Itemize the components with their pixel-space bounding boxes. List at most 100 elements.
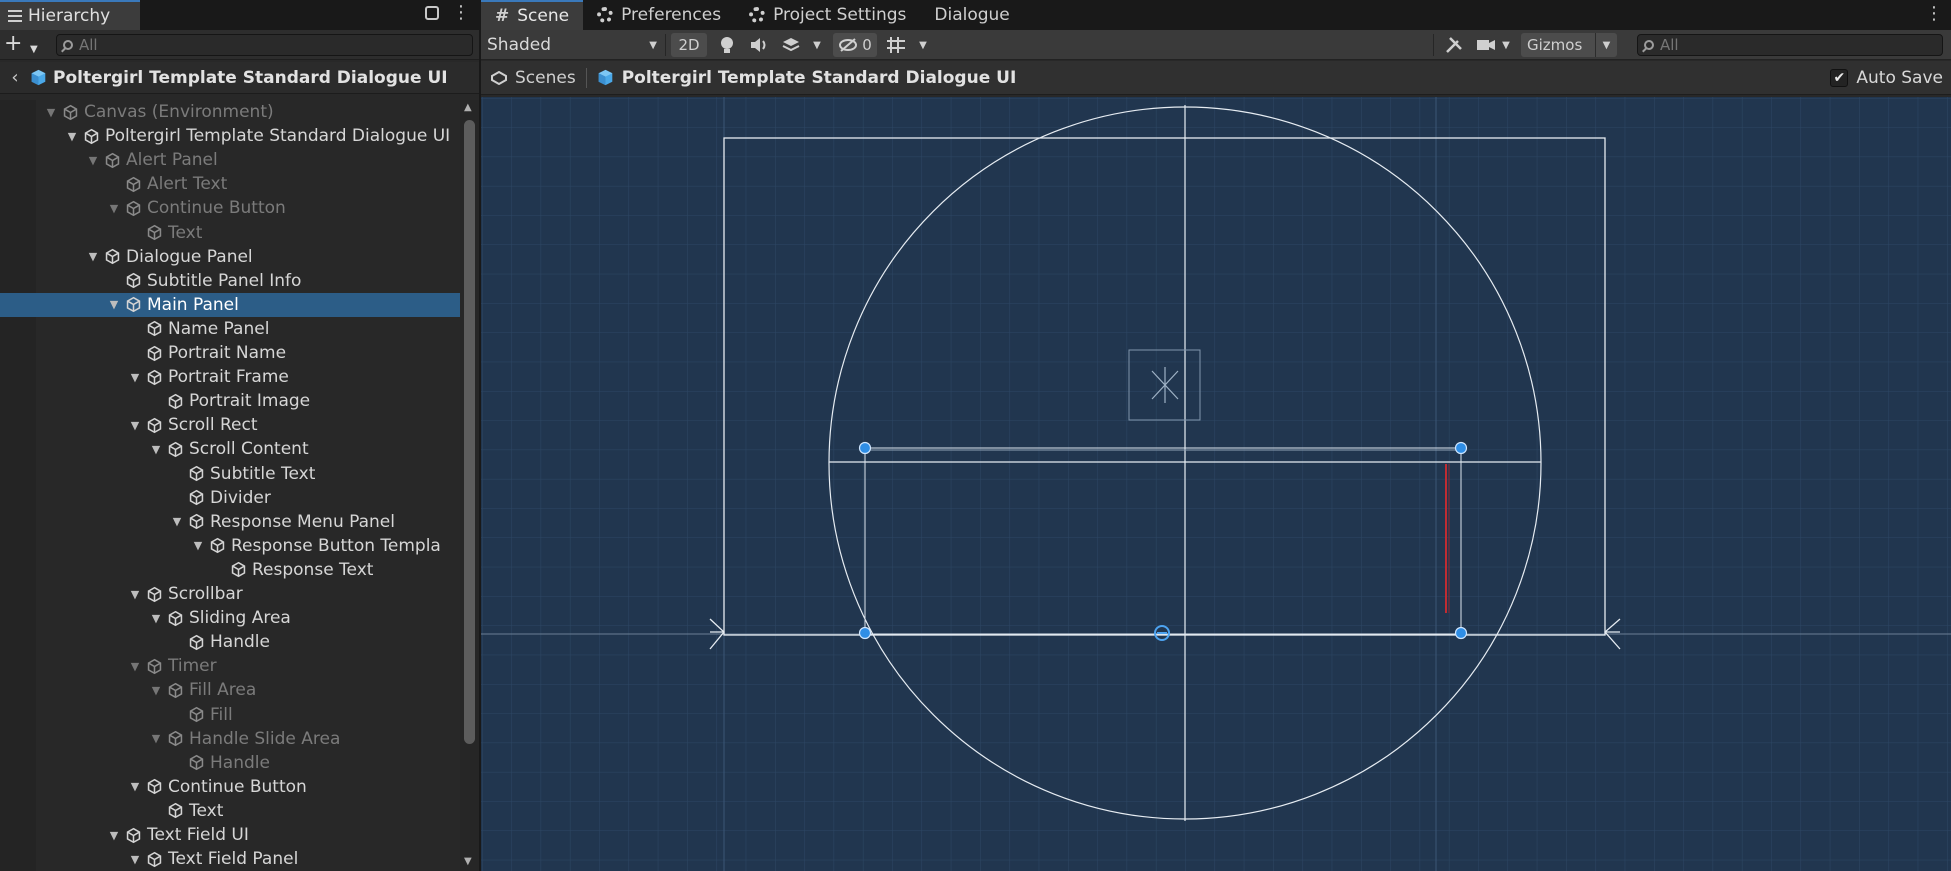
tab-project-settings[interactable]: Project Settings <box>735 0 920 30</box>
rect-handle-top-left[interactable] <box>858 441 872 455</box>
tab-preferences[interactable]: Preferences <box>583 0 735 30</box>
expand-arrow-icon[interactable]: ▼ <box>107 202 121 215</box>
rect-handle-bottom-left[interactable] <box>858 626 872 640</box>
rect-handle-top-right[interactable] <box>1454 441 1468 455</box>
expand-arrow-icon[interactable]: ▼ <box>149 443 163 456</box>
hierarchy-item[interactable]: ▼ Text Field UI <box>0 823 460 847</box>
expand-arrow-icon[interactable]: ▼ <box>149 612 163 625</box>
expand-arrow-icon[interactable]: ▼ <box>128 660 142 673</box>
expand-arrow-icon[interactable]: ▼ <box>65 130 79 143</box>
expand-arrow-icon[interactable]: ▼ <box>86 154 100 167</box>
hierarchy-item[interactable]: Fill <box>0 703 460 727</box>
expand-arrow-icon[interactable]: ▼ <box>107 298 121 311</box>
create-button[interactable]: + ▼ <box>4 33 42 57</box>
hierarchy-item[interactable]: Subtitle Panel Info <box>0 269 460 293</box>
hierarchy-item[interactable]: Response Text <box>0 558 460 582</box>
hierarchy-toolbar: + ▼ <box>0 30 479 60</box>
expand-arrow-icon[interactable]: ▼ <box>128 419 142 432</box>
hierarchy-item[interactable]: ▼ Response Button Templa <box>0 534 460 558</box>
hierarchy-item[interactable]: ▼ Poltergirl Template Standard Dialogue U… <box>0 124 460 148</box>
hierarchy-item[interactable]: Alert Text <box>0 172 460 196</box>
expand-arrow-icon[interactable]: ▼ <box>170 515 184 528</box>
hierarchy-scrollbar[interactable]: ▲ ▼ <box>460 100 479 871</box>
rect-handle-bottom-right[interactable] <box>1454 626 1468 640</box>
hierarchy-item[interactable]: Portrait Image <box>0 389 460 413</box>
speaker-icon <box>751 38 766 52</box>
hierarchy-item[interactable]: Handle <box>0 751 460 775</box>
hierarchy-item[interactable]: ▼ Sliding Area <box>0 606 460 630</box>
lighting-toggle[interactable] <box>713 33 741 57</box>
scene-canvas[interactable] <box>481 97 1951 871</box>
tab-scene[interactable]: # Scene <box>481 0 584 30</box>
expand-arrow-icon[interactable]: ▼ <box>128 588 142 601</box>
tab-dialogue[interactable]: Dialogue <box>920 0 1023 30</box>
hierarchy-item[interactable]: ▼ Main Panel <box>0 292 460 317</box>
hierarchy-item[interactable]: ▼ Portrait Frame <box>0 365 460 389</box>
scene-visibility-toggle[interactable]: 0 <box>833 33 877 57</box>
hierarchy-item-label: Scroll Content <box>189 439 309 460</box>
more-options-icon[interactable]: ⋮ <box>452 3 470 23</box>
expand-arrow-icon[interactable]: ▼ <box>149 684 163 697</box>
draw-mode-dropdown[interactable]: Shaded ▼ <box>487 33 657 57</box>
auto-save-toggle[interactable]: ✔ Auto Save <box>1830 68 1943 88</box>
hierarchy-item[interactable]: ▼ Timer <box>0 654 460 678</box>
hierarchy-item[interactable]: Text <box>0 221 460 245</box>
hierarchy-item-label: Subtitle Text <box>210 463 316 484</box>
scrollbar-thumb[interactable] <box>464 120 475 744</box>
effects-dropdown[interactable]: ▼ <box>807 33 827 57</box>
expand-arrow-icon[interactable]: ▼ <box>44 106 58 119</box>
hierarchy-item[interactable]: ▼ Continue Button <box>0 775 460 799</box>
hierarchy-item[interactable]: ▼ Alert Panel <box>0 148 460 172</box>
hierarchy-item[interactable]: ▼ Dialogue Panel <box>0 245 460 269</box>
hierarchy-item[interactable]: ▼ Handle Slide Area <box>0 727 460 751</box>
gameobject-cube-icon <box>126 297 141 313</box>
gameobject-cube-icon <box>147 851 162 867</box>
breadcrumb-scenes[interactable]: Scenes <box>481 68 586 88</box>
hierarchy-item[interactable]: ▼ Response Menu Panel <box>0 510 460 534</box>
scroll-down-icon[interactable]: ▼ <box>464 856 472 867</box>
auto-save-checkbox[interactable]: ✔ <box>1830 69 1849 87</box>
hierarchy-item[interactable]: ▼ Scrollbar <box>0 582 460 606</box>
expand-arrow-icon[interactable]: ▼ <box>191 539 205 552</box>
lock-icon[interactable] <box>425 6 439 20</box>
hierarchy-item[interactable]: Portrait Name <box>0 341 460 365</box>
hierarchy-item[interactable]: Handle <box>0 630 460 654</box>
gameobject-cube-icon <box>147 321 162 337</box>
breadcrumb-prefab[interactable]: Poltergirl Template Standard Dialogue UI <box>587 68 1027 88</box>
hierarchy-item[interactable]: ▼ Scroll Rect <box>0 413 460 437</box>
hierarchy-item[interactable]: Name Panel <box>0 317 460 341</box>
scene-search-input[interactable] <box>1660 36 1942 54</box>
hierarchy-item[interactable]: ▼ Text Field Panel <box>0 847 460 871</box>
hierarchy-item[interactable]: Divider <box>0 486 460 510</box>
hierarchy-item[interactable]: ▼ Canvas (Environment) <box>0 100 460 124</box>
hierarchy-item[interactable]: ▼ Continue Button <box>0 196 460 220</box>
hierarchy-search-input[interactable] <box>79 36 472 54</box>
back-arrow-icon[interactable]: ‹ <box>0 67 30 88</box>
expand-arrow-icon[interactable]: ▼ <box>128 853 142 866</box>
toggle-2d-button[interactable]: 2D <box>671 33 707 57</box>
hierarchy-item-label: Portrait Frame <box>168 367 289 388</box>
effects-toggle[interactable] <box>777 33 805 57</box>
grid-snap-toggle[interactable] <box>881 33 911 57</box>
expand-arrow-icon[interactable]: ▼ <box>128 780 142 793</box>
hierarchy-item[interactable]: Subtitle Text <box>0 462 460 486</box>
expand-arrow-icon[interactable]: ▼ <box>128 371 142 384</box>
gameobject-cube-icon <box>126 827 141 843</box>
expand-arrow-icon[interactable]: ▼ <box>149 732 163 745</box>
audio-toggle[interactable] <box>745 33 773 57</box>
grid-dropdown[interactable]: ▼ <box>913 33 933 57</box>
hierarchy-item[interactable]: Text <box>0 799 460 823</box>
expand-arrow-icon[interactable]: ▼ <box>86 250 100 263</box>
gameobject-cube-icon <box>147 779 162 795</box>
expand-arrow-icon[interactable]: ▼ <box>107 829 121 842</box>
hierarchy-item[interactable]: ▼ Fill Area <box>0 678 460 702</box>
hierarchy-item[interactable]: ▼ Scroll Content <box>0 437 460 461</box>
gizmos-dropdown[interactable]: Gizmos ▼ <box>1521 33 1617 57</box>
more-options-icon[interactable]: ⋮ <box>1925 3 1943 24</box>
tab-hierarchy[interactable]: Hierarchy <box>0 0 140 30</box>
hierarchy-item-label: Portrait Name <box>168 343 287 363</box>
camera-button[interactable]: ▼ <box>1473 33 1513 57</box>
scene-viewport[interactable] <box>481 97 1951 871</box>
scroll-up-icon[interactable]: ▲ <box>464 102 472 113</box>
tools-button[interactable] <box>1439 33 1469 57</box>
